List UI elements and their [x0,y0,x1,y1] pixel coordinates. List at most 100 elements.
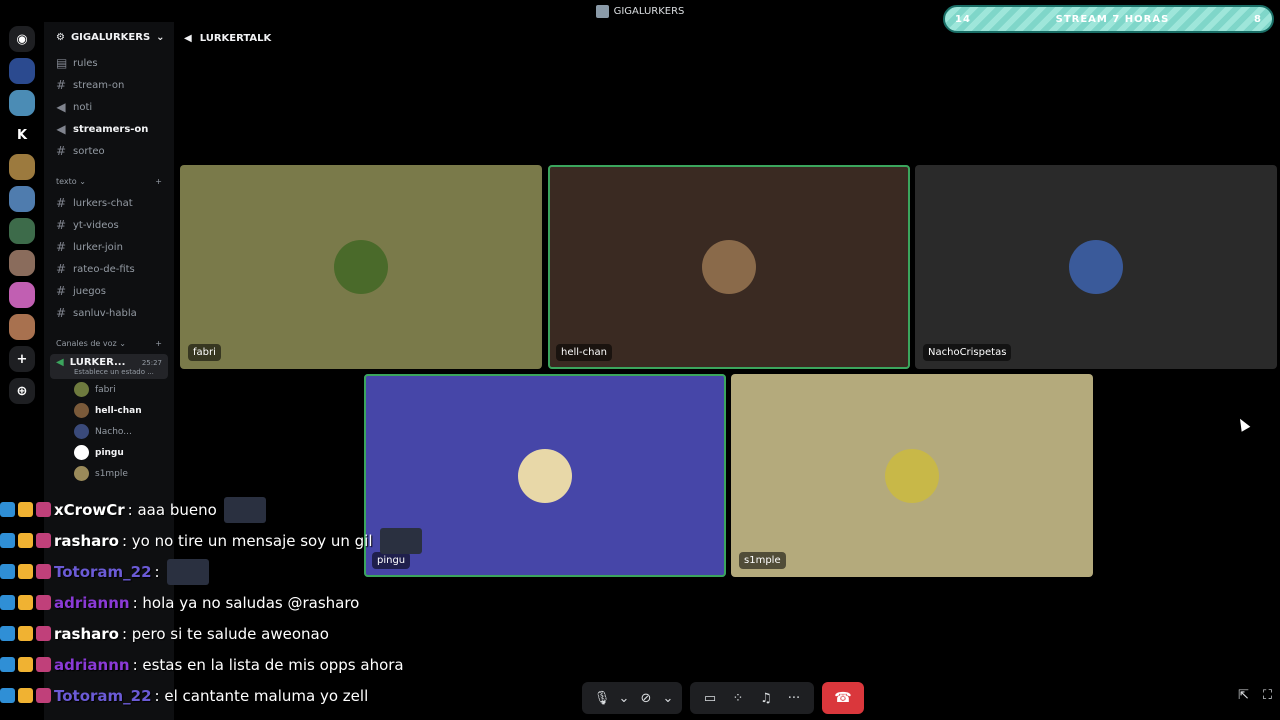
chat-username: Totoram_22 [54,562,152,581]
server-icon [595,4,609,18]
chevron-down-icon[interactable]: ⌄ [618,686,630,710]
guild-1-icon[interactable] [9,58,35,84]
speaker-icon: ◀ [56,357,64,368]
speaker-icon: ◀ [184,32,192,44]
gear-icon: ⚙ [56,31,65,43]
chat-username: Totoram_22 [54,686,152,705]
hang-up-button[interactable]: ☎ [822,682,864,714]
channel-rules[interactable]: ▤ rules [50,52,168,74]
channel-label: streamers-on [73,123,149,135]
add-server-icon[interactable]: + [9,346,35,372]
chat-badge-icon [0,688,15,703]
channel-sorteo[interactable]: # sorteo [50,140,168,162]
video-tile-nachocrispetas[interactable]: NachoCrispetas [915,165,1277,369]
chat-badge-icon [0,533,15,548]
server-header[interactable]: ⚙ GIGALURKERS ⌄ [44,22,174,52]
chat-message: xCrowCr: aaa bueno [0,494,520,525]
channel-noti[interactable]: ◀ noti [50,96,168,118]
guild-kick-icon[interactable]: K [9,122,35,148]
explore-icon[interactable]: ⊕ [9,378,35,404]
chat-message: rasharo: yo no tire un mensaje soy un gi… [0,525,520,556]
stream-chat-overlay: xCrowCr: aaa bueno rasharo: yo no tire un… [0,494,520,711]
chat-badge-icon [36,564,51,579]
chat-username: adriannn [54,655,130,674]
voice-category-label: Canales de voz [56,338,117,348]
channel-label: sorteo [73,145,105,157]
voice-user-name: Nacho... [95,426,132,437]
channel-label: yt-videos [73,219,119,231]
chat-text: : hola ya no saludas @rasharo [132,593,360,612]
add-channel-icon[interactable]: + [155,339,162,348]
guild-9-icon[interactable] [9,314,35,340]
fullscreen-icon[interactable]: ⛶ [1263,688,1272,703]
more-icon[interactable]: ··· [782,686,806,710]
chat-username: adriannn [54,593,130,612]
text-category[interactable]: texto ⌄ + [44,170,174,192]
voice-user[interactable]: fabri [44,379,174,400]
video-tile-fabri[interactable]: fabri [180,165,542,369]
banner-left-value: 14 [955,13,971,25]
voice-channel-status[interactable]: Establece un estado ... [74,368,162,376]
activities-icon[interactable]: ⁘ [726,686,750,710]
voice-user[interactable]: pingu [44,442,174,463]
participant-nametag: NachoCrispetas [923,344,1012,361]
channel-yt-videos[interactable]: # yt-videos [50,214,168,236]
guild-7-icon[interactable] [9,250,35,276]
voice-user[interactable]: s1mple [44,463,174,484]
camera-off-icon[interactable]: ⊘ [634,686,658,710]
hash-icon: # [56,218,67,232]
participant-name: hell-chan [561,347,607,358]
call-channel-name: LURKERTALK [199,32,272,44]
chat-badge-icon [36,502,51,517]
microphone-icon[interactable]: 🎙 [590,686,614,710]
chat-username: rasharo [54,531,119,550]
popout-icon[interactable]: ⇱ [1238,688,1249,703]
chat-badge-icon [18,688,33,703]
hash-icon: # [56,78,67,92]
chat-badge-icon [18,595,33,610]
channel-rateo-de-fits[interactable]: # rateo-de-fits [50,258,168,280]
guild-5-icon[interactable] [9,186,35,212]
channel-sanluv-habla[interactable]: # sanluv-habla [50,302,168,324]
chevron-down-icon[interactable]: ⌄ [662,686,674,710]
avatar [74,382,89,397]
channel-label: sanluv-habla [73,307,137,319]
video-tile-hell-chan[interactable]: hell-chan [548,165,910,369]
text-category-label: texto [56,176,77,186]
hash-icon: # [56,262,67,276]
channel-label: juegos [73,285,106,297]
guild-4-icon[interactable] [9,154,35,180]
banner-title: STREAM 7 HORAS [1055,13,1170,25]
voice-user-name: hell-chan [95,405,142,416]
discord-home-icon[interactable]: ◉ [9,26,35,52]
participant-name: s1mple [744,555,781,566]
video-tile-s1mple[interactable]: s1mple [731,374,1093,577]
channel-lurkers-chat[interactable]: # lurkers-chat [50,192,168,214]
add-channel-icon[interactable]: + [155,177,162,186]
voice-category[interactable]: Canales de voz ⌄ + [44,332,174,354]
chat-badge-icon [36,595,51,610]
voice-user[interactable]: Nacho... [44,421,174,442]
guild-2-icon[interactable] [9,90,35,116]
channel-label: lurker-join [73,241,123,253]
chat-badge-icon [18,533,33,548]
chat-text: : estas en la lista de mis opps ahora [132,655,404,674]
channel-streamers-on[interactable]: ◀ streamers-on [50,118,168,140]
screen-share-icon[interactable]: ▭ [698,686,722,710]
channel-lurker-join[interactable]: # lurker-join [50,236,168,258]
chat-text: : yo no tire un mensaje soy un gil [121,531,373,550]
chat-text: : pero si te salude aweonao [121,624,329,643]
rules-icon: ▤ [56,56,68,70]
chat-badge-icon [36,626,51,641]
guild-8-icon[interactable] [9,282,35,308]
soundboard-icon[interactable]: ♫ [754,686,778,710]
voice-channel-lurkertalk[interactable]: ◀ LURKER... 25:27 Establece un estado ..… [50,354,168,379]
avatar [518,448,572,503]
avatar [1069,240,1123,294]
voice-user[interactable]: hell-chan [44,400,174,421]
chat-badge-icon [36,688,51,703]
chat-text: : [154,562,160,581]
channel-stream-on[interactable]: # stream-on [50,74,168,96]
guild-6-icon[interactable] [9,218,35,244]
channel-juegos[interactable]: # juegos [50,280,168,302]
